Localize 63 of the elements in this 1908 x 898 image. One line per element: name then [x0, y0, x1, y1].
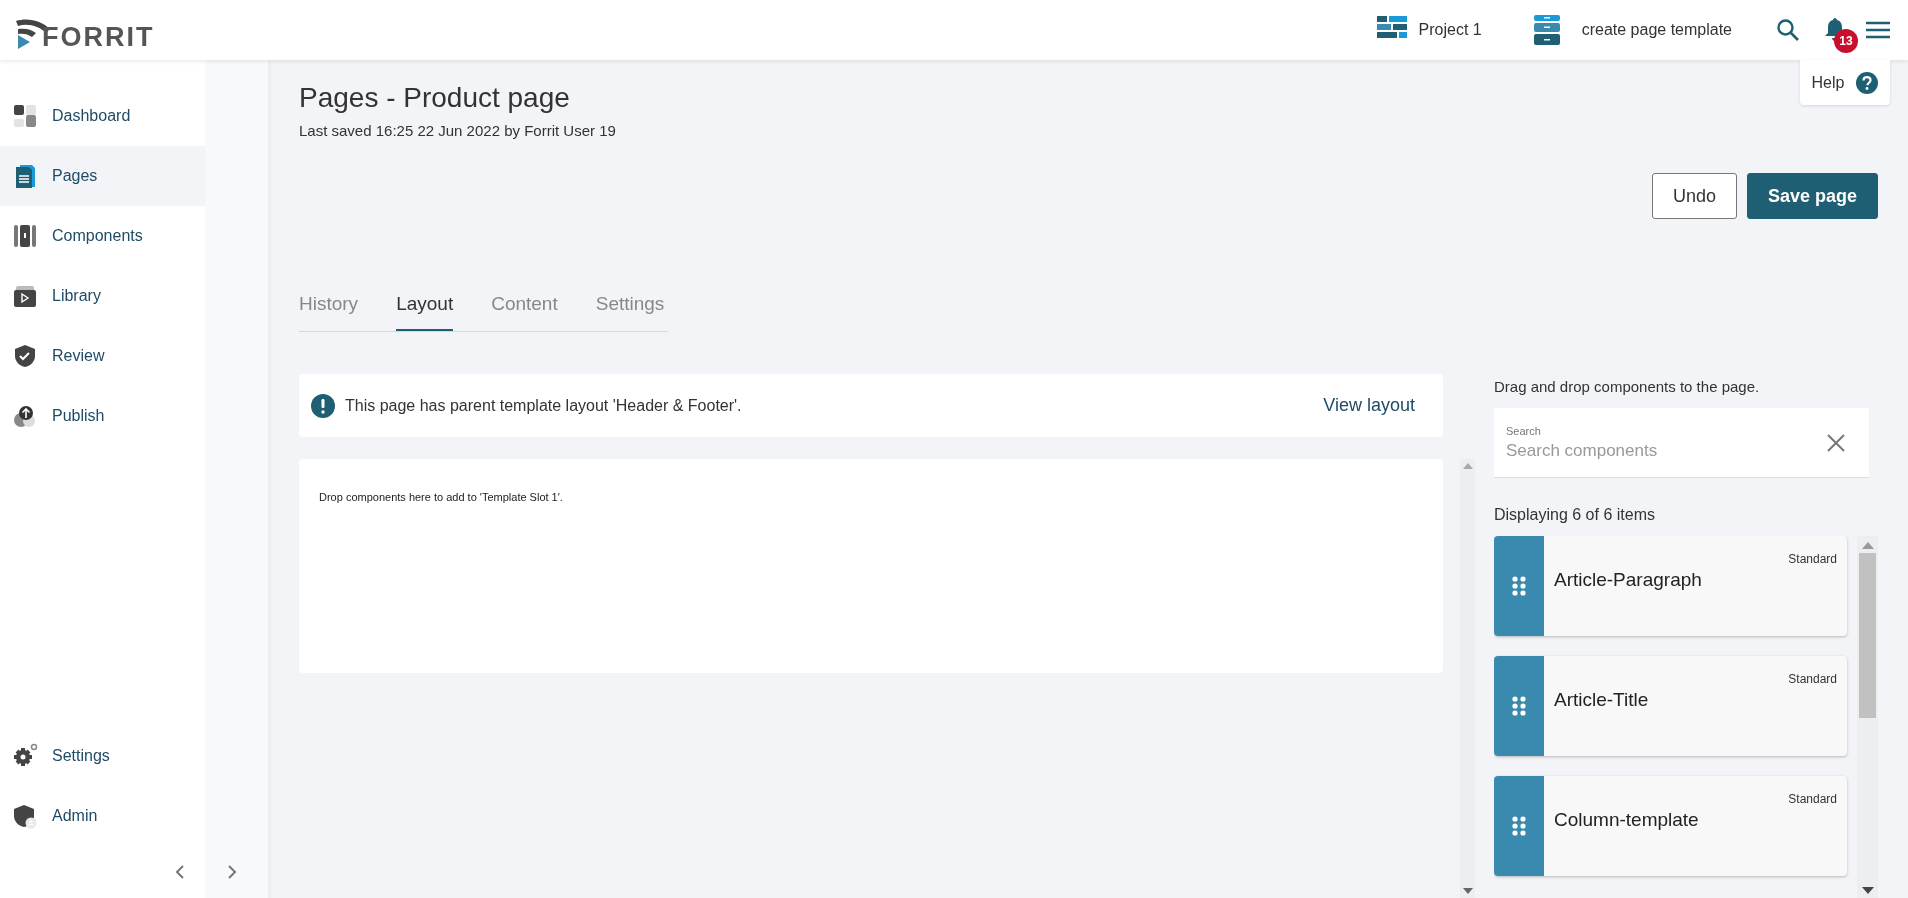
last-saved-text: Last saved 16:25 22 Jun 2022 by Forrit User 19: [299, 122, 617, 139]
sidebar-item[interactable]: Components: [0, 206, 206, 266]
scrollbar[interactable]: [1460, 459, 1475, 898]
nav-icon: [12, 803, 38, 829]
nav-icon: [12, 223, 38, 249]
nav-icon: [12, 343, 38, 369]
sidebar-item[interactable]: Pages: [0, 146, 206, 206]
undo-button[interactable]: Undo: [1651, 173, 1737, 219]
scroll-down-icon[interactable]: [1861, 887, 1874, 894]
scroll-thumb[interactable]: [1859, 553, 1876, 718]
item-count: Displaying 6 of 6 items: [1494, 506, 1656, 524]
close-icon[interactable]: [1827, 433, 1845, 452]
sidebar-item[interactable]: Library: [0, 266, 206, 326]
nav-icon: [12, 403, 38, 429]
drag-dots-icon[interactable]: [1512, 696, 1526, 716]
sidebar-item[interactable]: Publish: [0, 386, 206, 446]
nav-icon: [12, 103, 38, 129]
component-type: Standard: [1788, 672, 1837, 686]
chevron-right-icon[interactable]: [227, 864, 238, 880]
component-card[interactable]: Standard Article-Paragraph: [1494, 536, 1847, 636]
drag-handle[interactable]: [1494, 776, 1544, 876]
project-name[interactable]: Project 1: [1418, 21, 1482, 39]
page-title: Pages - Product page: [299, 82, 570, 114]
sidebar-item[interactable]: Review: [0, 326, 206, 386]
notice-text: This page has parent template layout 'Header & Footer'.: [345, 396, 743, 415]
drag-handle[interactable]: [1494, 536, 1544, 636]
search-label: Search: [1506, 424, 1542, 437]
palette-instruction: Drag and drop components to the page.: [1494, 378, 1761, 395]
component-card[interactable]: Standard Article-Title: [1494, 656, 1847, 756]
search-icon[interactable]: [1776, 18, 1800, 42]
drag-dots-icon[interactable]: [1512, 576, 1526, 596]
component-name: Article-Paragraph: [1554, 569, 1702, 591]
notification-badge: 13: [1834, 29, 1858, 53]
chevron-left-icon[interactable]: [175, 864, 186, 880]
drop-hint: Drop components here to add to 'Template Slot 1'.: [319, 491, 563, 503]
help-popup[interactable]: Help: [1800, 60, 1890, 105]
scroll-down-icon[interactable]: [1462, 888, 1473, 894]
component-type: Standard: [1788, 552, 1837, 566]
info-icon: [311, 393, 335, 418]
help-label: Help: [1811, 73, 1845, 92]
help-icon: [1856, 71, 1879, 94]
search-input[interactable]: Search components: [1506, 440, 1827, 461]
cabinet-icon: [1533, 15, 1560, 45]
sidebar-item[interactable]: Admin: [0, 786, 206, 846]
component-name: Article-Title: [1554, 689, 1649, 711]
view-layout-link[interactable]: View layout: [1323, 395, 1415, 416]
nav-icon: [12, 283, 38, 309]
drag-dots-icon[interactable]: [1512, 816, 1526, 836]
scrollbar[interactable]: [1857, 536, 1878, 898]
sidebar-item[interactable]: Settings: [0, 726, 206, 786]
component-name: Column-template: [1554, 809, 1699, 831]
component-type: Standard: [1788, 792, 1837, 806]
menu-icon[interactable]: [1866, 20, 1890, 40]
drag-handle[interactable]: [1494, 656, 1544, 756]
sidebar-item[interactable]: Dashboard: [0, 86, 206, 146]
scroll-up-icon[interactable]: [1462, 463, 1473, 469]
save-button[interactable]: Save page: [1746, 173, 1878, 219]
tab[interactable]: Layout: [396, 293, 454, 331]
logo-text: FORRIT: [42, 24, 155, 51]
template-name[interactable]: create page template: [1581, 21, 1732, 39]
scroll-up-icon[interactable]: [1861, 542, 1874, 549]
component-card[interactable]: Standard Column-template: [1494, 776, 1847, 876]
nav-icon: [12, 743, 38, 769]
